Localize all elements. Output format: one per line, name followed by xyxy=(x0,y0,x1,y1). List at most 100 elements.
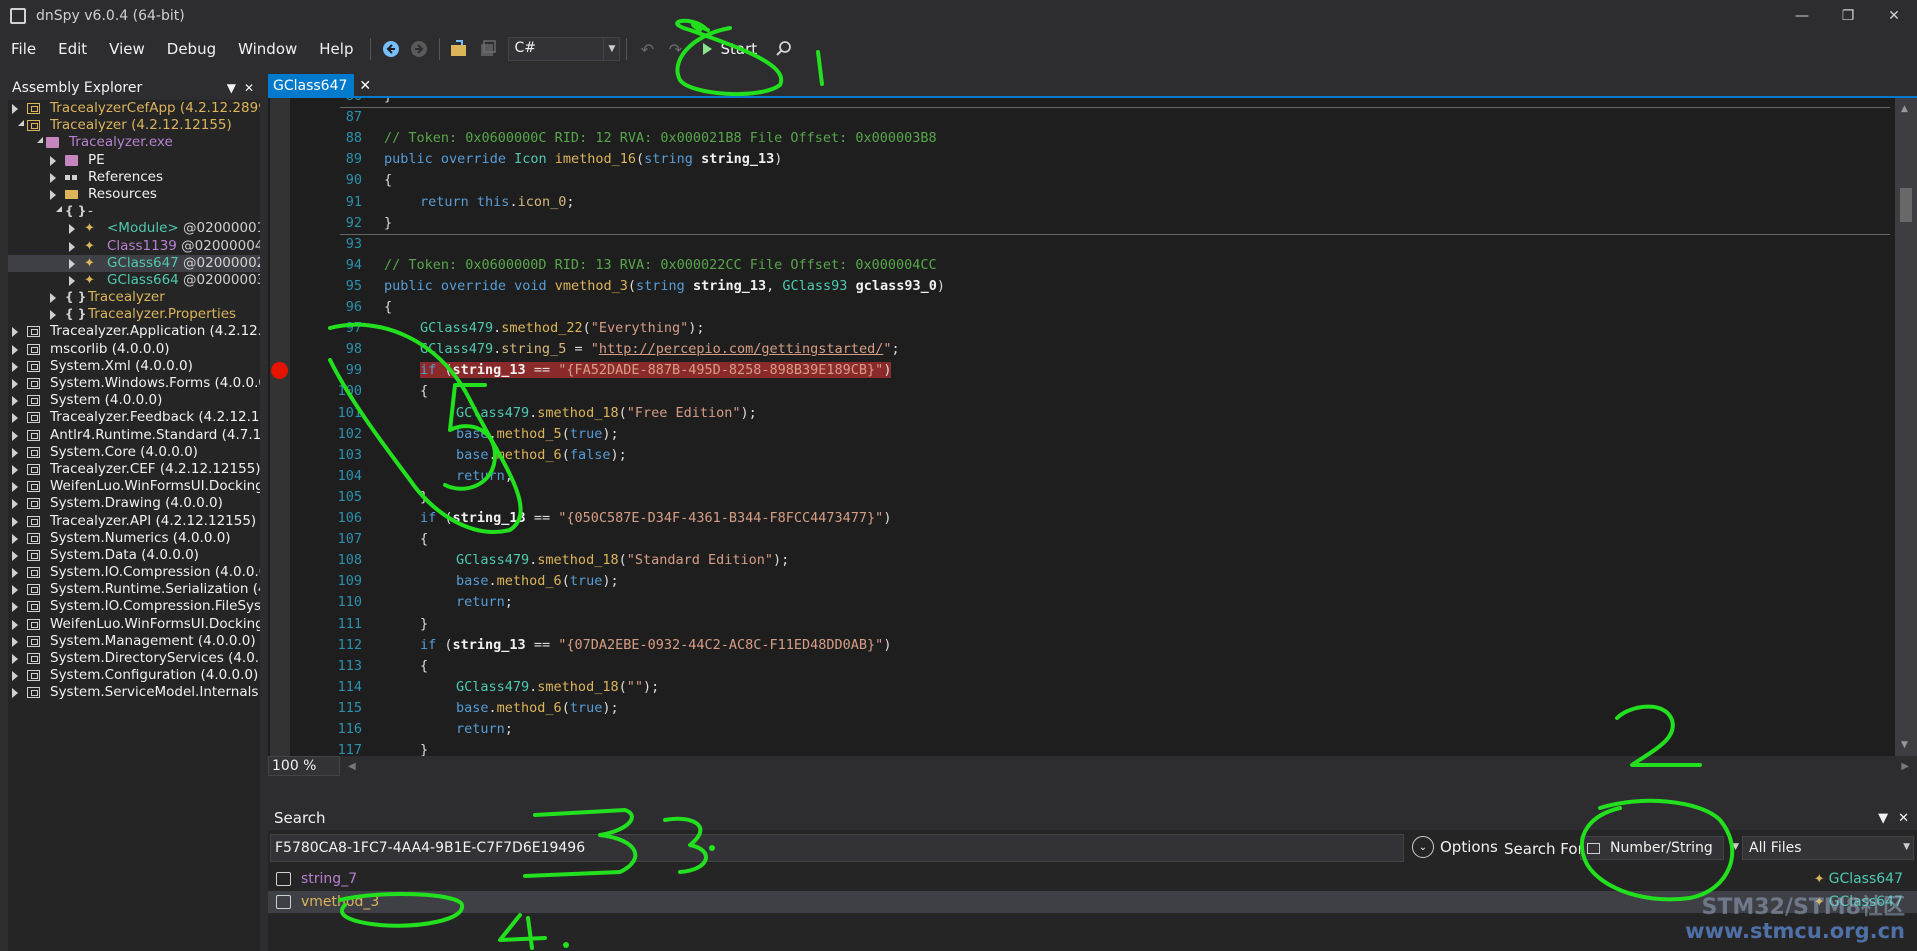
tree-item[interactable]: Tracealyzer.Application (4.2.12.12155) xyxy=(8,323,260,340)
tree-item[interactable]: PE xyxy=(8,152,260,169)
tree-item[interactable]: { } Tracealyzer xyxy=(8,289,260,306)
tree-item[interactable]: System.Drawing (4.0.0.0) xyxy=(8,495,260,512)
search-result-row[interactable]: vmethod_3 ✦ GClass647 xyxy=(268,891,1917,913)
collapsed-arrow-icon[interactable] xyxy=(12,447,18,458)
panel-close-icon[interactable]: ✕ xyxy=(1898,811,1909,826)
scrollbar-thumb[interactable] xyxy=(1900,188,1912,222)
collapsed-arrow-icon[interactable] xyxy=(12,482,18,493)
collapsed-arrow-icon[interactable] xyxy=(12,516,18,527)
zoom-level[interactable]: 100 % xyxy=(268,756,340,776)
assembly-tree[interactable]: TracealyzerCefApp (4.2.12.28991)Tracealy… xyxy=(8,100,260,702)
tree-item[interactable]: ✦ Class1139 @02000004 xyxy=(8,238,260,255)
expanded-arrow-icon[interactable] xyxy=(50,206,62,213)
collapsed-arrow-icon[interactable] xyxy=(12,499,18,510)
menu-file[interactable]: File xyxy=(0,32,47,66)
minimize-button[interactable]: — xyxy=(1779,0,1825,32)
collapsed-arrow-icon[interactable] xyxy=(12,327,18,338)
tree-item[interactable]: System (4.0.0.0) xyxy=(8,392,260,409)
close-window-button[interactable]: ✕ xyxy=(1871,0,1917,32)
collapsed-arrow-icon[interactable] xyxy=(12,602,18,613)
collapsed-arrow-icon[interactable] xyxy=(12,430,18,441)
tree-item[interactable]: ✦ GClass647 @02000002 xyxy=(8,254,260,272)
tree-item[interactable]: System.DirectoryServices (4.0.0.0) xyxy=(8,650,260,667)
collapsed-arrow-icon[interactable] xyxy=(12,550,18,561)
collapsed-arrow-icon[interactable] xyxy=(69,241,75,252)
undo-icon[interactable]: ↶ xyxy=(636,38,658,60)
panel-close-icon[interactable]: ✕ xyxy=(244,81,254,95)
collapsed-arrow-icon[interactable] xyxy=(12,568,18,579)
search-input[interactable] xyxy=(270,834,1404,862)
breakpoint-gutter[interactable] xyxy=(270,98,290,776)
collapsed-arrow-icon[interactable] xyxy=(50,310,56,321)
tree-item[interactable]: ✦ GClass664 @02000003 xyxy=(8,272,260,289)
search-icon[interactable] xyxy=(773,38,795,60)
collapsed-arrow-icon[interactable] xyxy=(12,361,18,372)
tree-item[interactable]: Tracealyzer.exe xyxy=(8,134,260,151)
collapsed-arrow-icon[interactable] xyxy=(12,585,18,596)
save-all-icon[interactable] xyxy=(477,38,499,60)
collapsed-arrow-icon[interactable] xyxy=(69,224,75,235)
tree-item[interactable]: System.Xml (4.0.0.0) xyxy=(8,358,260,375)
tree-item[interactable]: System.ServiceModel.Internals (4.0.0.0) xyxy=(8,684,260,701)
collapsed-arrow-icon[interactable] xyxy=(50,155,56,166)
tree-item[interactable]: TracealyzerCefApp (4.2.12.28991) xyxy=(8,100,260,117)
code-editor[interactable]: 86} 87 88 // Token: 0x0600000C RID: 12 RVA:… xyxy=(268,98,1917,776)
tree-item[interactable]: Tracealyzer.Feedback (4.2.12.12155) xyxy=(8,409,260,426)
tree-item[interactable]: WeifenLuo.WinFormsUI.Docking.ThemeV xyxy=(8,616,260,633)
search-result-row[interactable]: string_7 ✦ GClass647 xyxy=(268,868,1917,890)
collapsed-arrow-icon[interactable] xyxy=(69,258,75,269)
tree-item[interactable]: System.Core (4.0.0.0) xyxy=(8,444,260,461)
collapsed-arrow-icon[interactable] xyxy=(50,189,56,200)
tree-item[interactable]: System.IO.Compression (4.0.0.0) xyxy=(8,564,260,581)
collapsed-arrow-icon[interactable] xyxy=(12,396,18,407)
menu-window[interactable]: Window xyxy=(227,32,308,66)
collapsed-arrow-icon[interactable] xyxy=(12,464,18,475)
scroll-left-icon[interactable]: ◀ xyxy=(348,761,356,772)
expanded-arrow-icon[interactable] xyxy=(12,120,24,127)
tree-item[interactable]: Resources xyxy=(8,186,260,203)
search-type-select[interactable]: Number/String ▼ xyxy=(1580,836,1739,860)
panel-menu-icon[interactable]: ▼ xyxy=(227,81,236,95)
tree-item[interactable]: System.Configuration (4.0.0.0) xyxy=(8,667,260,684)
tree-item[interactable]: WeifenLuo.WinFormsUI.Docking (3.0.4.0 xyxy=(8,478,260,495)
navigate-back-icon[interactable] xyxy=(380,38,402,60)
scroll-right-icon[interactable]: ▶ xyxy=(1901,761,1909,772)
tab-gclass647[interactable]: GClass647 ✕ xyxy=(268,74,371,98)
tree-item[interactable]: Tracealyzer.CEF (4.2.12.12155) xyxy=(8,461,260,478)
tree-item[interactable]: References xyxy=(8,169,260,186)
tab-close-icon[interactable]: ✕ xyxy=(359,78,371,94)
scroll-down-icon[interactable]: ▼ xyxy=(1901,740,1908,750)
start-debugging-button[interactable]: Start xyxy=(703,40,757,58)
restore-button[interactable]: ❐ xyxy=(1825,0,1871,32)
tree-item[interactable]: System.Management (4.0.0.0) xyxy=(8,633,260,650)
menu-view[interactable]: View xyxy=(98,32,156,66)
collapsed-arrow-icon[interactable] xyxy=(69,275,75,286)
tree-item[interactable]: System.Windows.Forms (4.0.0.0) xyxy=(8,375,260,392)
tree-item[interactable]: mscorlib (4.0.0.0) xyxy=(8,341,260,358)
tree-item[interactable]: ✦ <Module> @02000001 xyxy=(8,220,260,237)
collapsed-arrow-icon[interactable] xyxy=(12,636,18,647)
tree-item[interactable]: System.Numerics (4.0.0.0) xyxy=(8,530,260,547)
collapsed-arrow-icon[interactable] xyxy=(12,619,18,630)
navigate-forward-icon[interactable] xyxy=(408,38,430,60)
scroll-up-icon[interactable]: ▲ xyxy=(1901,104,1908,114)
collapsed-arrow-icon[interactable] xyxy=(12,533,18,544)
tree-item[interactable]: Tracealyzer.API (4.2.12.12155) xyxy=(8,513,260,530)
menu-debug[interactable]: Debug xyxy=(156,32,227,66)
collapsed-arrow-icon[interactable] xyxy=(12,671,18,682)
collapsed-arrow-icon[interactable] xyxy=(50,293,56,304)
expanded-arrow-icon[interactable] xyxy=(31,137,43,144)
tree-item[interactable]: Antlr4.Runtime.Standard (4.7.1.0) xyxy=(8,427,260,444)
collapsed-arrow-icon[interactable] xyxy=(50,172,56,183)
options-button[interactable]: ⌄ Options xyxy=(1412,836,1498,858)
tree-item[interactable]: Tracealyzer (4.2.12.12155) xyxy=(8,117,260,134)
panel-menu-icon[interactable]: ▼ xyxy=(1878,811,1888,826)
collapsed-arrow-icon[interactable] xyxy=(12,104,18,114)
vertical-scrollbar[interactable]: ▲ ▼ xyxy=(1895,98,1917,776)
menu-help[interactable]: Help xyxy=(308,32,364,66)
tree-item[interactable]: System.IO.Compression.FileSystem (4.0.0 xyxy=(8,598,260,615)
redo-icon[interactable]: ↷ xyxy=(664,38,686,60)
collapsed-arrow-icon[interactable] xyxy=(12,688,18,699)
tree-item[interactable]: System.Data (4.0.0.0) xyxy=(8,547,260,564)
collapsed-arrow-icon[interactable] xyxy=(12,344,18,355)
